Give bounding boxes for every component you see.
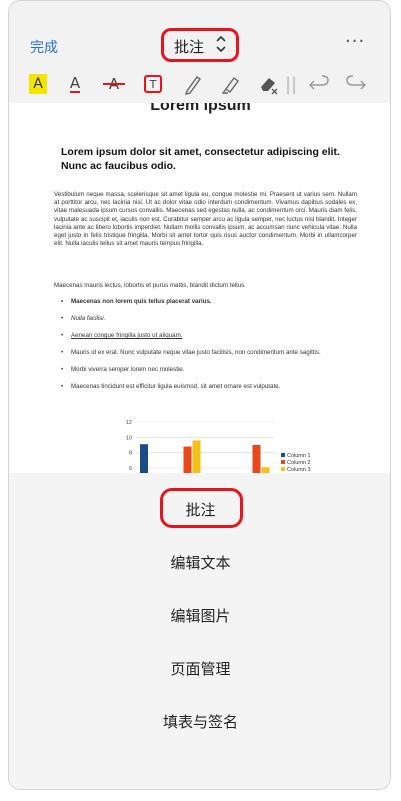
strike-line — [103, 83, 125, 85]
chevron-up-down-icon[interactable] — [215, 34, 227, 54]
app-window: 完成 批注 ··· A A A T || — [8, 0, 391, 790]
document-paragraph: Vestibulum neque massa, scelerisque sit … — [54, 191, 357, 248]
menu-item-highlight-ring — [160, 488, 243, 528]
bullet-item: Maecenas non lorem quis tellus placerat … — [61, 298, 356, 306]
chart-y-tick: 8 — [129, 451, 132, 457]
chart-bar — [140, 444, 148, 473]
menu-item-edit-image[interactable]: 编辑图片 — [9, 605, 390, 626]
document-page[interactable]: Lorem ipsum Lorem ipsum dolor sit amet, … — [9, 103, 390, 473]
bullet-item: Nulla facilisi. — [61, 315, 356, 323]
document-paragraph-2: Maecenas mauris lectus, lobortis et puru… — [54, 282, 246, 289]
mode-selector-title[interactable]: 批注 — [174, 36, 204, 57]
done-button[interactable]: 完成 — [30, 37, 58, 57]
chart-bar — [192, 440, 201, 473]
chart-legend-label: Column 2 — [287, 460, 311, 466]
menu-item-edit-text[interactable]: 编辑文本 — [9, 552, 390, 573]
bullet-item: Maecenas tincidunt est efficitur ligula … — [61, 383, 356, 391]
textbox-icon[interactable]: T — [140, 69, 166, 99]
annotation-toolbar: A A A T || — [9, 69, 390, 105]
ellipsis-icon[interactable]: ··· — [345, 31, 365, 52]
chart-legend-label: Column 1 — [287, 453, 311, 459]
text-color-icon[interactable]: A — [62, 69, 88, 99]
strikethrough-icon[interactable]: A — [101, 69, 127, 99]
document-bullet-list: Maecenas non lorem quis tellus placerat … — [61, 298, 356, 400]
chart-bar — [183, 446, 192, 473]
chart-bar — [252, 445, 261, 473]
redo-icon[interactable] — [343, 69, 369, 99]
menu-item-fill-sign[interactable]: 填表与签名 — [9, 711, 390, 732]
chart-legend-swatch — [281, 460, 285, 464]
marker-icon[interactable] — [217, 69, 243, 99]
undo-icon[interactable] — [306, 69, 332, 99]
bullet-item: Mauris id ex erat. Nunc vulputate neque … — [61, 349, 356, 357]
chart-y-tick: 10 — [126, 435, 132, 441]
toolbar-divider: || — [284, 73, 298, 95]
bullet-item: Aenean congue fringilla justo ut aliquam… — [61, 332, 356, 340]
chart-legend-swatch — [281, 453, 285, 457]
chart-y-tick: 12 — [126, 420, 132, 426]
highlight-icon[interactable]: A — [25, 69, 51, 99]
bullet-item: Morbi viverra semper lorem nec molestie. — [61, 366, 356, 374]
pen-icon[interactable] — [179, 69, 205, 99]
textbox-label: T — [144, 75, 162, 93]
eraser-icon[interactable] — [255, 69, 281, 99]
document-heading: Lorem ipsum — [150, 103, 251, 114]
chart-y-tick: 6 — [129, 466, 132, 472]
top-navigation-bar: 完成 批注 ··· — [9, 1, 390, 63]
menu-item-page-management[interactable]: 页面管理 — [9, 658, 390, 679]
text-color-label: A — [69, 74, 81, 93]
document-subheading: Lorem ipsum dolor sit amet, consectetur … — [61, 146, 340, 172]
bar-chart: 121086Column 1Column 2Column 3 — [126, 420, 311, 473]
chart-legend-swatch — [281, 467, 285, 471]
highlight-label: A — [29, 74, 47, 94]
